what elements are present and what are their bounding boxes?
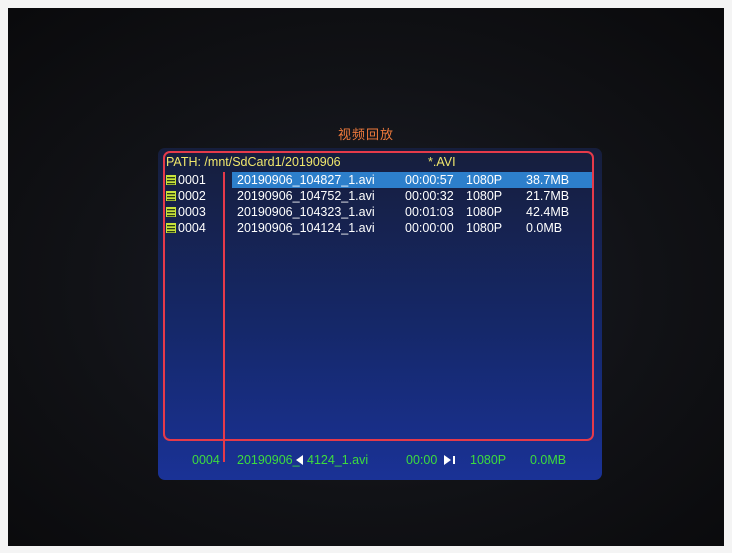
status-time: 00:00 [406, 453, 438, 467]
video-file-icon [166, 175, 176, 185]
status-size: 0.0MB [530, 453, 567, 467]
file-name: 20190906_104827_1.avi [237, 173, 375, 187]
file-duration: 00:00:57 [405, 173, 454, 187]
list-item[interactable]: 0002 20190906_104752_1.avi 00:00:32 1080… [166, 188, 590, 204]
list-item[interactable]: 0001 20190906_104827_1.avi 00:00:57 1080… [166, 172, 592, 188]
playback-panel: PATH: /mnt/SdCard1/20190906 *.AVI 0001 2… [158, 148, 602, 480]
file-duration: 00:01:03 [405, 205, 454, 219]
arrow-right-tick [453, 456, 455, 464]
path-label: PATH: /mnt/SdCard1/20190906 [166, 155, 341, 169]
arrow-left-icon[interactable] [296, 455, 303, 465]
file-number: 0002 [178, 189, 206, 203]
file-resolution: 1080P [466, 221, 503, 235]
status-file-name-prefix: 20190906_ [237, 453, 300, 467]
status-file-number: 0004 [192, 453, 220, 467]
file-number: 0001 [178, 173, 206, 187]
file-size: 21.7MB [526, 189, 570, 203]
file-resolution: 1080P [466, 173, 503, 187]
file-number: 0004 [178, 221, 206, 235]
monitor-screen: 视频回放 PATH: /mnt/SdCard1/20190906 *.AVI 0… [8, 8, 724, 546]
file-resolution: 1080P [466, 205, 503, 219]
arrow-right-icon[interactable] [444, 455, 451, 465]
file-duration: 00:00:32 [405, 189, 454, 203]
file-size: 42.4MB [526, 205, 570, 219]
file-filter: *.AVI [428, 155, 456, 169]
status-file-name-suffix: 4124_1.avi [307, 453, 369, 467]
file-size: 0.0MB [526, 221, 563, 235]
page-title: 视频回放 [337, 127, 394, 142]
video-file-icon [166, 191, 176, 201]
status-bar: 0004 20190906_ 4124_1.avi 00:00 1080P 0.… [158, 449, 602, 471]
file-name: 20190906_104752_1.avi [237, 189, 375, 203]
file-size: 38.7MB [526, 173, 570, 187]
file-name: 20190906_104124_1.avi [237, 221, 375, 235]
status-resolution: 1080P [470, 453, 507, 467]
file-name: 20190906_104323_1.avi [237, 205, 375, 219]
file-resolution: 1080P [466, 189, 503, 203]
file-duration: 00:00:00 [405, 221, 454, 235]
list-item[interactable]: 0004 20190906_104124_1.avi 00:00:00 1080… [166, 220, 590, 236]
video-file-icon [166, 207, 176, 217]
video-file-icon [166, 223, 176, 233]
list-item[interactable]: 0003 20190906_104323_1.avi 00:01:03 1080… [166, 204, 590, 220]
file-number: 0003 [178, 205, 206, 219]
